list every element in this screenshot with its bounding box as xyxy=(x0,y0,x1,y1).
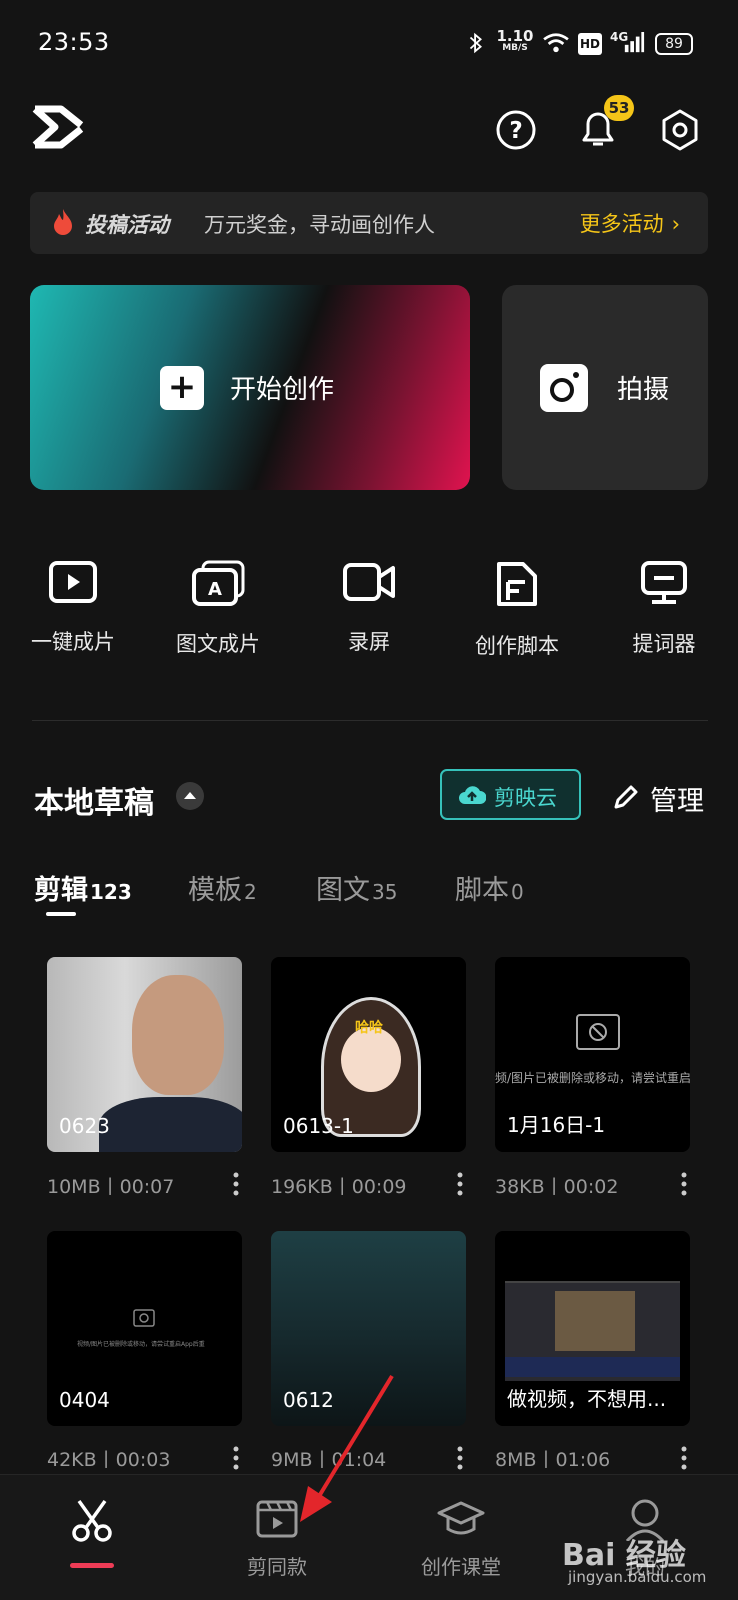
screenshot-image xyxy=(505,1281,680,1381)
fire-icon xyxy=(54,209,72,235)
draft-thumbnail[interactable]: 频/图片已被删除或移动，请尝试重启App 1月16日-1 xyxy=(495,957,690,1152)
tab-edit[interactable]: 剪辑 123 xyxy=(34,868,132,907)
cloud-upload-icon xyxy=(459,786,486,804)
nav-label: 剪同款 xyxy=(247,1555,307,1579)
nav-active-indicator xyxy=(70,1563,114,1568)
draft-meta: 38KB丨00:02 xyxy=(495,1176,619,1198)
tool-label: 录屏 xyxy=(348,630,390,654)
tab-image-text[interactable]: 图文 35 xyxy=(316,868,397,907)
missing-media-notice: 频/图片已被删除或移动，请尝试重启App xyxy=(495,1071,690,1085)
divider xyxy=(32,720,708,721)
draft-meta: 10MB丨00:07 xyxy=(47,1176,175,1198)
notification-badge: 53 xyxy=(604,95,634,121)
cloud-button[interactable]: 剪映云 xyxy=(440,769,581,820)
svg-text:A: A xyxy=(208,579,222,600)
pencil-icon[interactable] xyxy=(612,783,640,811)
more-options-icon[interactable] xyxy=(233,1172,239,1196)
draft-meta: 196KB丨00:09 xyxy=(271,1176,407,1198)
sticker-text: 哈哈 xyxy=(355,1020,383,1036)
more-options-icon[interactable] xyxy=(457,1446,463,1470)
nav-edit[interactable] xyxy=(7,1497,177,1543)
tool-label: 提词器 xyxy=(632,632,696,656)
script-icon xyxy=(497,562,537,606)
tool-screen-record[interactable]: 录屏 xyxy=(299,560,439,656)
shoot-button[interactable]: 拍摄 xyxy=(502,285,708,490)
camera-icon xyxy=(540,364,588,412)
draft-name: 0404 xyxy=(59,1388,110,1412)
draft-name: 做视频，不想用... xyxy=(507,1387,667,1411)
face-image xyxy=(132,975,224,1095)
tool-one-click[interactable]: 一键成片 xyxy=(3,560,143,656)
tab-script[interactable]: 脚本 0 xyxy=(455,868,524,907)
start-creation-button[interactable]: + 开始创作 xyxy=(30,285,470,490)
net-speed: 1.10 MB/S xyxy=(496,27,534,54)
capcut-logo[interactable] xyxy=(31,105,85,149)
drafts-title: 本地草稿 xyxy=(34,786,154,821)
cloud-label: 剪映云 xyxy=(494,786,557,810)
wifi-icon xyxy=(543,33,569,53)
draft-thumbnail[interactable]: 视频/图片已被删除或移动，请尝试重启App后重 0404 xyxy=(47,1231,242,1426)
missing-media-icon xyxy=(133,1309,155,1327)
nav-label: 创作课堂 xyxy=(421,1555,501,1579)
scissors-icon xyxy=(72,1499,112,1542)
manage-button[interactable]: 管理 xyxy=(650,779,704,818)
draft-meta: 42KB丨00:03 xyxy=(47,1449,171,1471)
draft-name: 1月16日-1 xyxy=(507,1113,606,1137)
tool-script[interactable]: 创作脚本 xyxy=(447,560,587,660)
missing-media-icon xyxy=(576,1014,620,1050)
draft-thumbnail[interactable]: 做视频，不想用... xyxy=(495,1231,690,1426)
play-frame-icon xyxy=(49,561,97,603)
draft-name: 0613-1 xyxy=(283,1114,354,1138)
banner-text: 万元奖金，寻动画创作人 xyxy=(204,213,435,237)
plus-icon: + xyxy=(160,366,204,410)
signal-icon xyxy=(624,32,645,53)
draft-name: 0623 xyxy=(59,1114,110,1138)
annotation-arrow xyxy=(300,1374,394,1522)
more-options-icon[interactable] xyxy=(457,1172,463,1196)
caret-up-icon[interactable] xyxy=(176,782,204,810)
shirt-image xyxy=(99,1097,242,1152)
help-icon[interactable]: ? xyxy=(494,108,538,152)
watermark-url: jingyan.baidu.com xyxy=(568,1568,707,1586)
start-creation-label: 开始创作 xyxy=(230,375,335,405)
hd-badge: HD xyxy=(578,33,602,55)
more-options-icon[interactable] xyxy=(233,1446,239,1470)
more-options-icon[interactable] xyxy=(681,1446,687,1470)
tool-label: 图文成片 xyxy=(176,632,260,656)
tab-indicator xyxy=(46,912,76,916)
activity-banner[interactable]: 投稿活动 万元奖金，寻动画创作人 更多活动 › xyxy=(30,192,708,254)
text-to-video-icon: A xyxy=(192,560,245,606)
missing-media-notice: 视频/图片已被删除或移动，请尝试重启App后重 xyxy=(77,1341,205,1348)
bluetooth-icon xyxy=(469,32,482,54)
draft-meta: 8MB丨01:06 xyxy=(495,1449,611,1471)
tool-label: 创作脚本 xyxy=(475,634,559,658)
screen-record-icon xyxy=(343,563,395,601)
settings-icon[interactable] xyxy=(658,108,702,152)
tool-label: 一键成片 xyxy=(31,630,115,654)
more-activities-link[interactable]: 更多活动 › xyxy=(580,208,680,238)
tab-template[interactable]: 模板 2 xyxy=(188,868,257,907)
chevron-right-icon: › xyxy=(671,212,680,236)
draft-thumbnail[interactable]: 0623 xyxy=(47,957,242,1152)
svg-text:?: ? xyxy=(509,118,522,144)
more-options-icon[interactable] xyxy=(681,1172,687,1196)
tool-text-to-video[interactable]: A 图文成片 xyxy=(148,560,288,658)
banner-tag: 投稿活动 xyxy=(85,213,169,237)
status-time: 23:53 xyxy=(38,28,110,56)
draft-thumbnail[interactable]: 哈哈 0613-1 xyxy=(271,957,466,1152)
tool-teleprompter[interactable]: 提词器 xyxy=(594,560,734,658)
graduation-cap-icon xyxy=(437,1501,485,1535)
shoot-label: 拍摄 xyxy=(617,375,670,405)
battery-icon: 89 xyxy=(655,33,693,55)
teleprompter-icon xyxy=(641,561,687,604)
